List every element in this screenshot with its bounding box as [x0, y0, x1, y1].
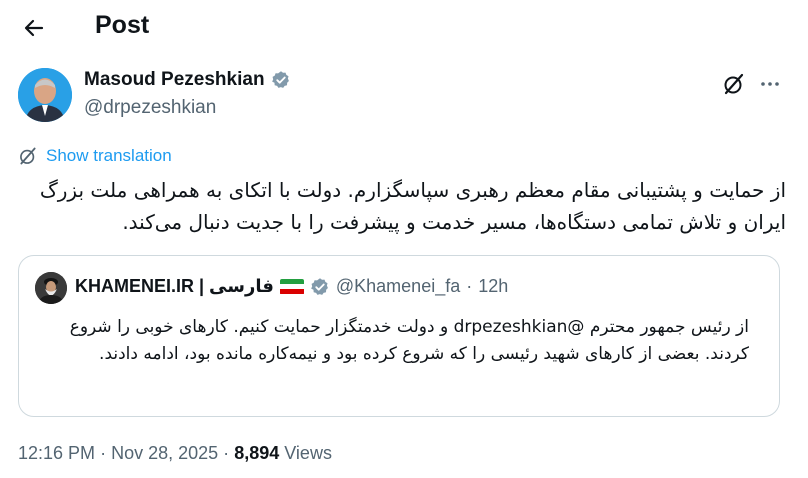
verified-badge-icon — [271, 70, 291, 90]
quoted-post[interactable]: KHAMENEI.IR | فارسی @Khamenei_fa · 12h ا… — [18, 255, 780, 417]
quoted-author-handle[interactable]: @Khamenei_fa — [336, 276, 460, 297]
quoted-author-name[interactable]: KHAMENEI.IR | فارسی — [75, 276, 274, 297]
show-translation-link[interactable]: Show translation — [18, 146, 172, 166]
iran-flag-icon — [279, 278, 304, 295]
views-label: Views — [284, 443, 332, 463]
back-button[interactable] — [18, 12, 50, 44]
more-icon — [761, 82, 779, 86]
quoted-avatar[interactable] — [35, 272, 67, 304]
grok-icon — [724, 73, 744, 95]
separator-dot: · — [466, 276, 473, 296]
page-title: Post — [95, 11, 150, 39]
quoted-header: KHAMENEI.IR | فارسی @Khamenei_fa · 12h — [75, 276, 508, 297]
quoted-timestamp[interactable]: 12h — [478, 276, 508, 297]
separator-dot: · — [100, 443, 107, 463]
quoted-post-text: از رئیس جمهور محترم @drpezeshkian و دولت… — [69, 317, 749, 364]
post-time[interactable]: 12:16 PM — [18, 443, 95, 463]
separator-dot: · — [223, 443, 230, 463]
post-header: Post — [0, 0, 808, 56]
translate-icon — [20, 147, 36, 165]
more-button[interactable] — [756, 70, 784, 98]
show-translation-label: Show translation — [46, 146, 172, 165]
post-date[interactable]: Nov 28, 2025 — [111, 443, 218, 463]
post-text: از حمایت و پشتیبانی مقام معظم رهبری سپاس… — [39, 178, 786, 234]
avatar[interactable] — [18, 68, 72, 122]
author-handle[interactable]: @drpezeshkian — [84, 97, 216, 119]
views-count: 8,894 — [234, 443, 280, 463]
post-metadata: 12:16 PM · Nov 28, 2025 · 8,894 Views — [18, 443, 332, 464]
arrow-left-icon — [24, 19, 44, 37]
verified-badge-icon — [310, 277, 330, 297]
grok-button[interactable] — [720, 70, 748, 98]
author-name[interactable]: Masoud Pezeshkian — [84, 69, 291, 91]
